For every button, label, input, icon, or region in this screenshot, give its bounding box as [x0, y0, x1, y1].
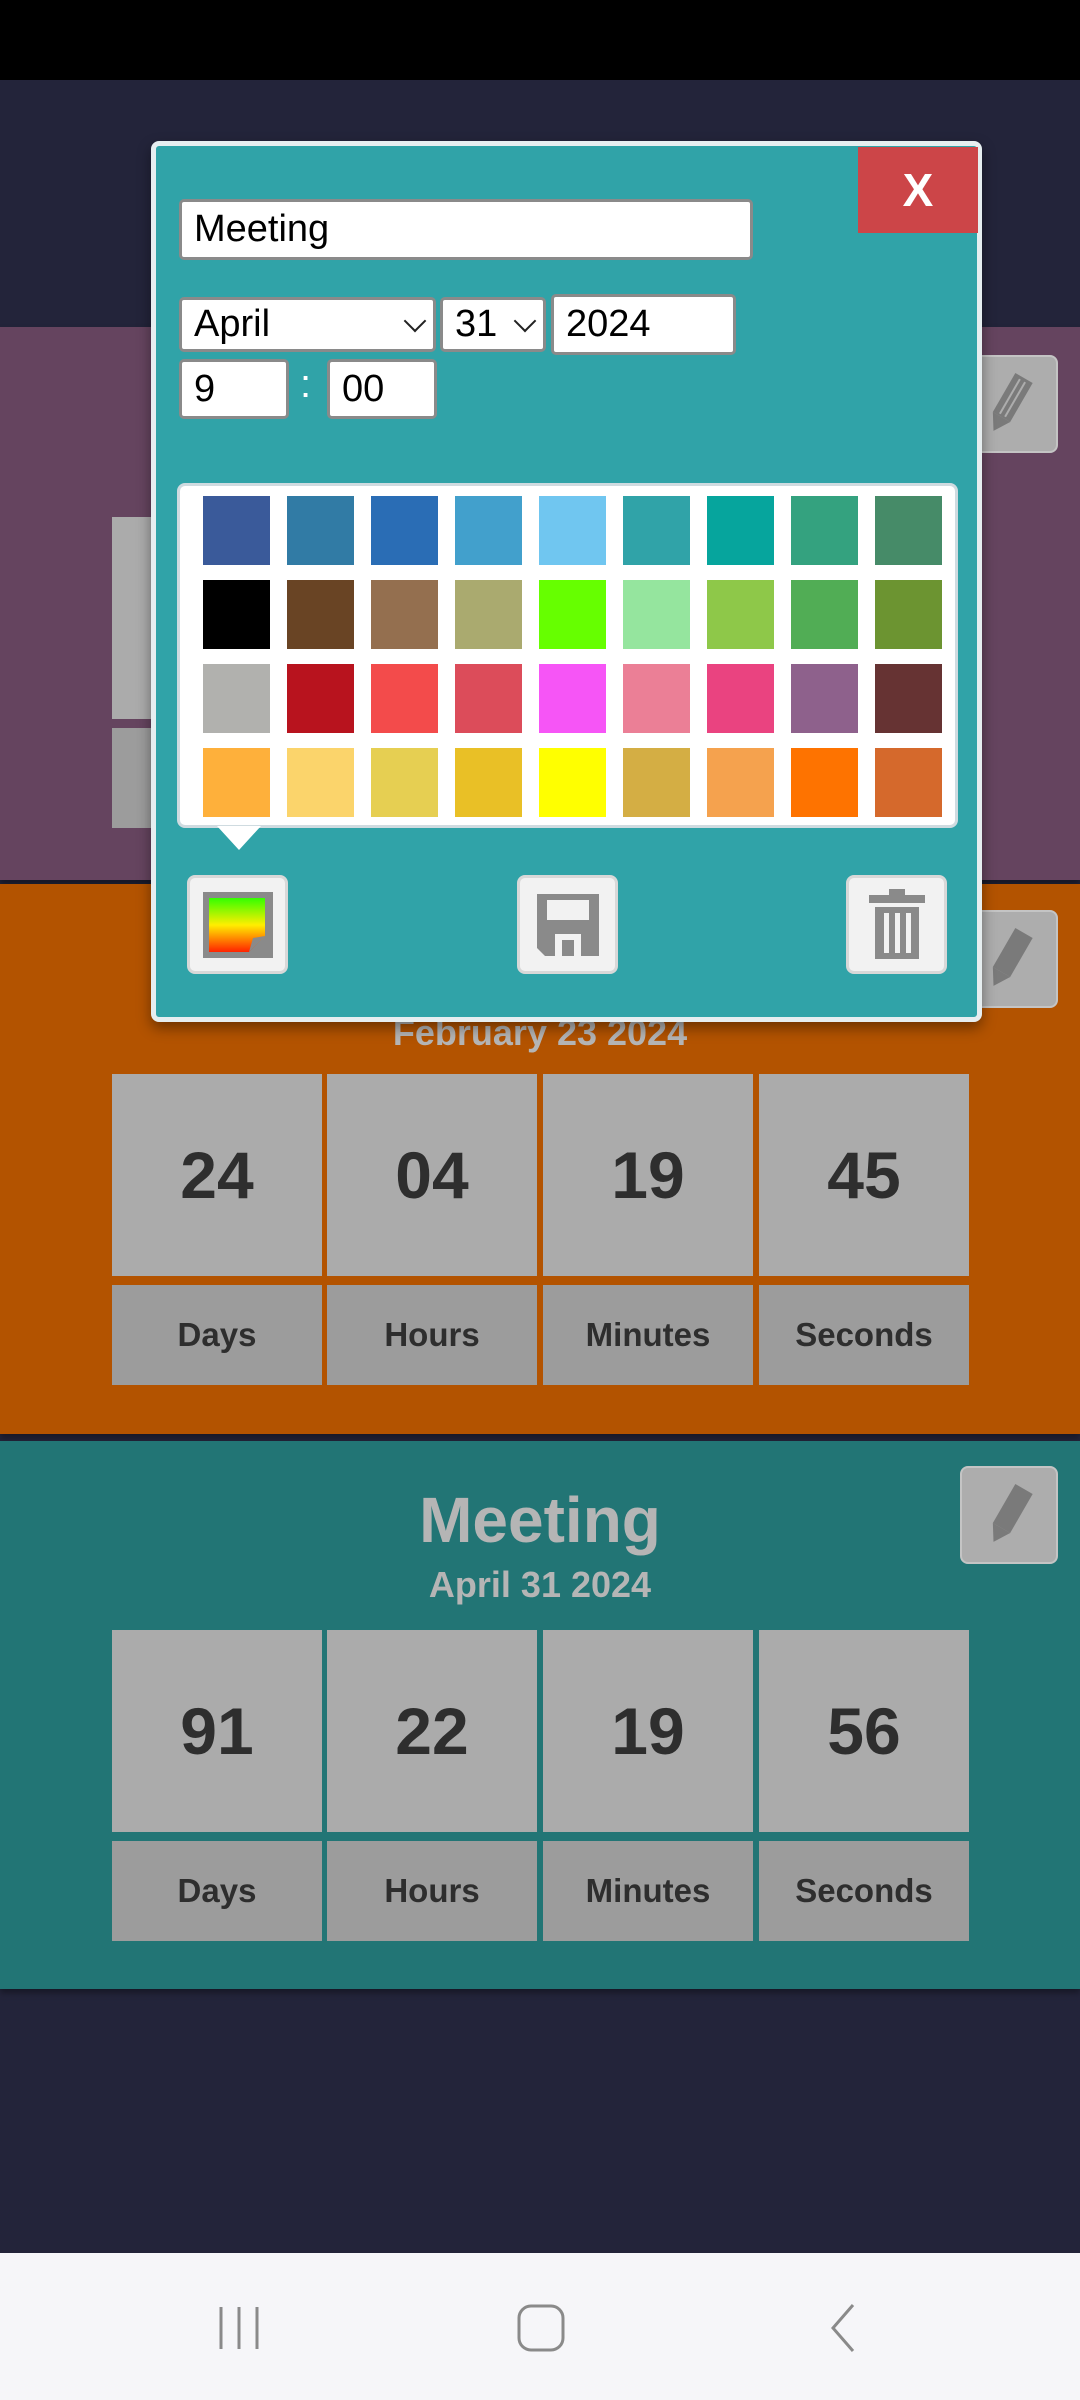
palette-pointer: [217, 826, 261, 850]
save-icon: [536, 893, 599, 956]
month-value: April: [194, 303, 271, 345]
color-swatch[interactable]: [371, 748, 438, 817]
save-button[interactable]: [517, 875, 618, 974]
close-button[interactable]: X: [858, 147, 978, 233]
color-swatch[interactable]: [455, 580, 522, 649]
chevron-down-icon: [403, 309, 427, 332]
color-swatch[interactable]: [875, 664, 942, 733]
days-label: Days: [112, 1841, 322, 1941]
color-swatch[interactable]: [455, 748, 522, 817]
seconds-value: 45: [759, 1074, 969, 1276]
edit-button[interactable]: [960, 1466, 1058, 1564]
days-value: 91: [112, 1630, 322, 1832]
color-swatch[interactable]: [539, 496, 606, 565]
color-swatch[interactable]: [539, 748, 606, 817]
event-date: April 31 2024: [428, 1564, 652, 1605]
delete-button[interactable]: [846, 875, 947, 974]
color-swatch[interactable]: [707, 496, 774, 565]
color-swatch[interactable]: [623, 664, 690, 733]
countdown-card-3: Meeting April 31 2024 91 22 19 56 Days H…: [0, 1441, 1080, 1989]
color-swatch[interactable]: [875, 580, 942, 649]
trash-icon: [868, 888, 925, 959]
hours-label: Hours: [327, 1285, 537, 1385]
color-swatch[interactable]: [791, 496, 858, 565]
back-icon[interactable]: [825, 2303, 865, 2353]
day-select[interactable]: 31: [440, 297, 546, 352]
color-swatch[interactable]: [455, 496, 522, 565]
color-swatch[interactable]: [203, 664, 270, 733]
event-title: Meeting: [419, 1484, 661, 1556]
time-separator: :: [300, 362, 312, 406]
color-swatch[interactable]: [875, 748, 942, 817]
color-swatch[interactable]: [875, 496, 942, 565]
navigation-bar: [0, 2253, 1080, 2400]
chevron-down-icon: [513, 309, 537, 332]
color-swatch[interactable]: [371, 496, 438, 565]
color-swatch[interactable]: [203, 496, 270, 565]
color-picker-icon: [202, 891, 273, 958]
color-swatch[interactable]: [287, 580, 354, 649]
color-swatch[interactable]: [623, 580, 690, 649]
status-bar: [0, 0, 1080, 80]
color-swatch[interactable]: [791, 664, 858, 733]
color-swatch[interactable]: [707, 748, 774, 817]
color-swatch[interactable]: [707, 664, 774, 733]
color-swatch[interactable]: [203, 580, 270, 649]
minutes-label: Minutes: [543, 1841, 753, 1941]
event-title-input[interactable]: Meeting: [179, 199, 753, 260]
color-swatch[interactable]: [371, 664, 438, 733]
hours-label: Hours: [327, 1841, 537, 1941]
seconds-label: Seconds: [759, 1285, 969, 1385]
hour-input[interactable]: 9: [179, 359, 289, 419]
minute-input[interactable]: 00: [327, 359, 437, 419]
seconds-value: 56: [759, 1630, 969, 1832]
days-label: Days: [112, 1285, 322, 1385]
color-swatch[interactable]: [287, 664, 354, 733]
year-input[interactable]: 2024: [551, 294, 736, 355]
color-swatch[interactable]: [287, 496, 354, 565]
color-swatch[interactable]: [623, 496, 690, 565]
seconds-label: Seconds: [759, 1841, 969, 1941]
color-swatch[interactable]: [203, 748, 270, 817]
color-swatch[interactable]: [371, 580, 438, 649]
month-select[interactable]: April: [179, 297, 436, 352]
color-picker-button[interactable]: [187, 875, 288, 974]
color-swatch[interactable]: [707, 580, 774, 649]
color-swatch[interactable]: [791, 748, 858, 817]
color-swatch[interactable]: [791, 580, 858, 649]
minutes-value: 19: [543, 1630, 753, 1832]
days-value: 24: [112, 1074, 322, 1276]
color-swatch[interactable]: [539, 580, 606, 649]
pencil-icon: [992, 928, 1033, 986]
color-swatch[interactable]: [539, 664, 606, 733]
minutes-label: Minutes: [543, 1285, 753, 1385]
hours-value: 22: [327, 1630, 537, 1832]
hours-value: 04: [327, 1074, 537, 1276]
pencil-icon: [992, 1484, 1033, 1542]
color-swatch[interactable]: [455, 664, 522, 733]
home-icon[interactable]: [516, 2303, 566, 2353]
pencil-icon: [992, 373, 1033, 431]
minutes-value: 19: [543, 1074, 753, 1276]
color-swatch[interactable]: [623, 748, 690, 817]
recent-apps-icon[interactable]: [215, 2303, 265, 2353]
day-value: 31: [455, 303, 498, 345]
color-swatch[interactable]: [287, 748, 354, 817]
